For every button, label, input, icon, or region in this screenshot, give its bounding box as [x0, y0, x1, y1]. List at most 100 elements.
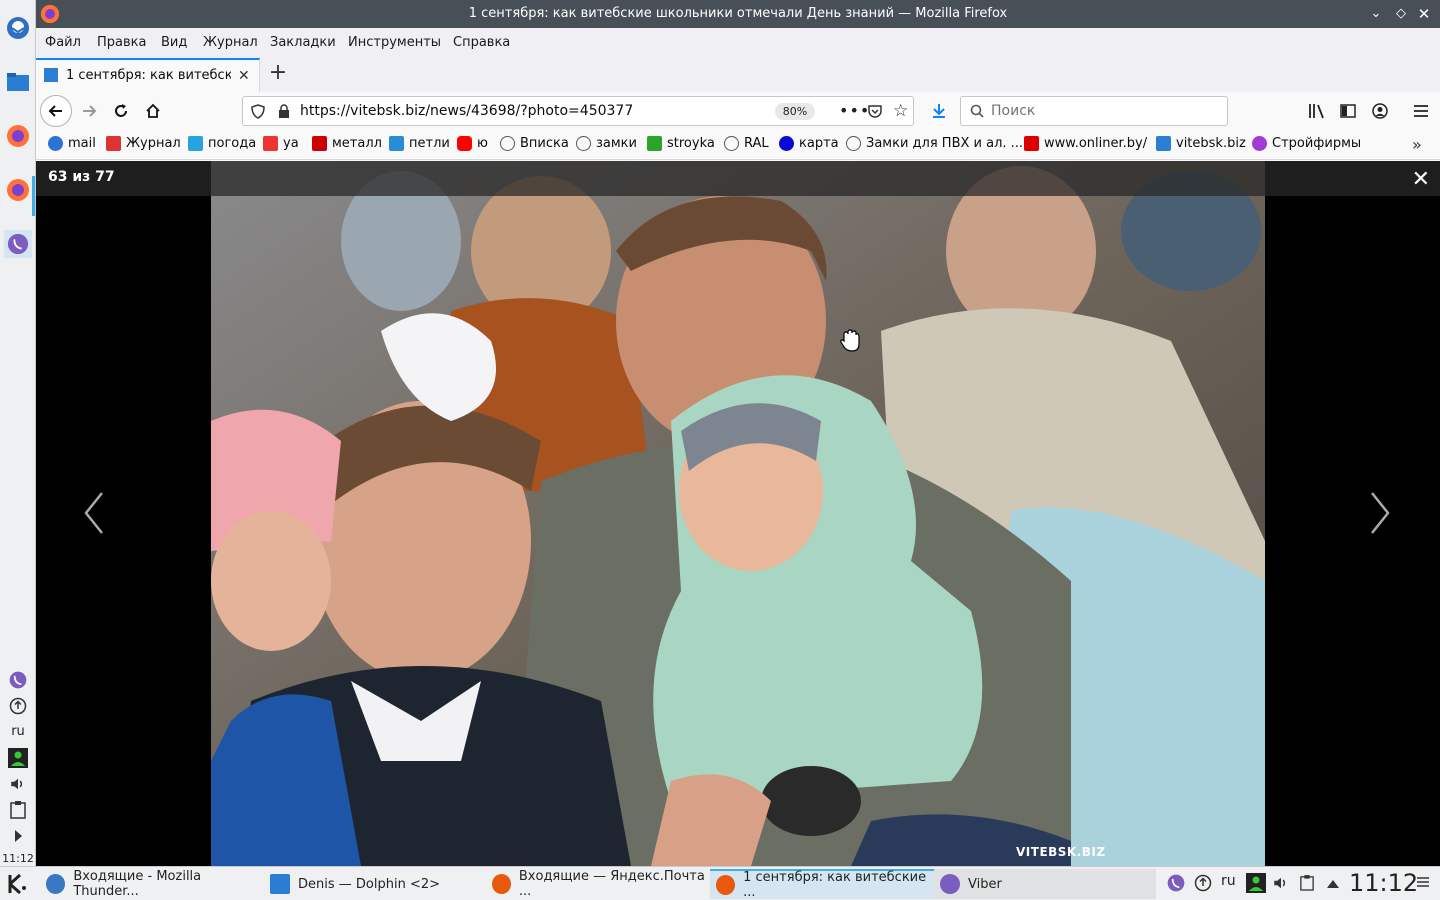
reload-button[interactable]: [106, 96, 136, 126]
update-tray-icon[interactable]: [4, 692, 32, 720]
bookmark-ya[interactable]: уа: [263, 136, 299, 151]
volume-tray-icon[interactable]: [1272, 874, 1290, 896]
zoom-indicator[interactable]: 80%: [775, 103, 815, 120]
prev-photo-icon[interactable]: [82, 491, 106, 539]
menu-tools[interactable]: Инструменты: [348, 35, 441, 50]
menu-file[interactable]: Файл: [45, 35, 81, 50]
bookmark-stroyka[interactable]: stroyka: [647, 136, 715, 151]
onliner-favicon-icon: [1024, 136, 1039, 151]
url-bar[interactable]: https://vitebsk.biz/news/43698/?photo=45…: [242, 96, 914, 126]
pocket-icon[interactable]: [867, 103, 883, 123]
bookmark-metal[interactable]: металл: [312, 136, 382, 151]
tracking-shield-icon[interactable]: [251, 104, 265, 123]
task-viber[interactable]: Viber: [934, 869, 1156, 899]
menu-help[interactable]: Справка: [453, 35, 510, 50]
search-box[interactable]: Поиск: [960, 96, 1228, 126]
maximize-icon[interactable]: ◇: [1391, 4, 1411, 24]
firefox-launcher-icon[interactable]: [4, 122, 32, 150]
hamburger-menu-icon[interactable]: [1406, 96, 1436, 126]
task-firefox-active[interactable]: 1 сентября: как витебские ...: [710, 869, 934, 900]
bookmark-stroyfirmy[interactable]: Стройфирмы: [1252, 136, 1361, 151]
photo-counter: 63 из 77: [48, 169, 115, 185]
task-dolphin[interactable]: Denis — Dolphin <2>: [264, 869, 488, 899]
next-photo-icon[interactable]: [1368, 491, 1392, 539]
keyboard-layout-tray[interactable]: ru: [1221, 873, 1236, 889]
vitebsk-favicon-icon: [1156, 136, 1171, 151]
bookmarks-overflow-icon[interactable]: »: [1412, 135, 1422, 154]
downloads-button[interactable]: [924, 96, 954, 126]
task-label: Denis — Dolphin <2>: [298, 876, 441, 892]
bookmark-label: замки: [596, 136, 637, 151]
lock-icon[interactable]: [278, 104, 290, 123]
active-indicator: [32, 176, 35, 216]
photo-watermark: VITEBSK.BIZ: [1016, 845, 1106, 859]
tray-expand-icon[interactable]: [1327, 877, 1339, 892]
clipboard-tray-icon[interactable]: [1300, 874, 1314, 896]
bookmarks-toolbar: mail Журнал погода уа металл петли ю Впи…: [36, 130, 1440, 160]
bookmark-map[interactable]: карта: [779, 136, 839, 151]
bookmark-star-icon[interactable]: ☆: [893, 101, 908, 121]
bookmark-mail[interactable]: mail: [48, 136, 96, 151]
expand-tray-icon[interactable]: [4, 822, 32, 850]
bookmark-youtube[interactable]: ю: [457, 136, 488, 151]
bookmark-onliner[interactable]: www.onliner.by/: [1024, 136, 1147, 151]
kde-menu-icon[interactable]: [6, 872, 30, 900]
title-bar: 1 сентября: как витебские школьники отме…: [36, 0, 1440, 28]
menu-bookmarks[interactable]: Закладки: [270, 35, 336, 50]
library-icon[interactable]: [1302, 96, 1332, 126]
bookmark-vpiska[interactable]: Вписка: [500, 136, 569, 151]
update-tray-icon[interactable]: [1194, 874, 1212, 896]
bookmark-weather[interactable]: погода: [188, 136, 256, 151]
bookmark-label: петли: [409, 136, 450, 151]
task-yandex-mail[interactable]: Входящие — Яндекс.Почта ...: [486, 869, 710, 899]
menu-view[interactable]: Вид: [161, 35, 187, 50]
panel-menu-icon[interactable]: [1416, 875, 1430, 893]
bookmark-label: Замки для ПВХ и ал. ...: [866, 136, 1024, 151]
viber-tray-icon[interactable]: [4, 666, 32, 694]
back-button[interactable]: [40, 95, 72, 127]
firefox-icon: [716, 875, 736, 895]
close-lightbox-icon[interactable]: ✕: [1412, 167, 1430, 192]
clipboard-icon[interactable]: [4, 796, 32, 824]
forward-button[interactable]: [74, 96, 104, 126]
keyboard-layout-label[interactable]: ru: [0, 724, 36, 739]
menu-history[interactable]: Журнал: [203, 35, 258, 50]
tab-active[interactable]: 1 сентября: как витебские школьники отме…: [36, 58, 260, 92]
bookmark-journal[interactable]: Журнал: [106, 136, 181, 151]
bookmark-label: mail: [68, 136, 96, 151]
volume-icon[interactable]: [4, 770, 32, 798]
viber-tray-icon[interactable]: [1166, 873, 1186, 897]
gallery-photo[interactable]: [211, 161, 1265, 866]
firefox-icon: [492, 874, 511, 894]
viber-launcher-icon[interactable]: [4, 230, 32, 258]
left-panel: ru 11:12: [0, 0, 36, 866]
menu-edit[interactable]: Правка: [97, 35, 146, 50]
dolphin-launcher-icon[interactable]: [4, 68, 32, 96]
globe-icon: [846, 136, 861, 151]
thunderbird-launcher-icon[interactable]: [4, 14, 32, 42]
bookmark-label: карта: [799, 136, 839, 151]
close-tab-icon[interactable]: ✕: [238, 68, 250, 84]
task-thunderbird[interactable]: Входящие - Mozilla Thunder...: [40, 869, 264, 899]
bookmark-vitebsk[interactable]: vitebsk.biz: [1156, 136, 1246, 151]
bookmark-label: RAL: [744, 136, 769, 151]
firefox-launcher-2-icon[interactable]: [4, 176, 32, 204]
bookmark-hinges[interactable]: петли: [389, 136, 450, 151]
minimize-icon[interactable]: ⌄: [1366, 4, 1386, 24]
new-tab-icon[interactable]: +: [266, 61, 290, 85]
window-title: 1 сентября: как витебские школьники отме…: [468, 6, 1008, 21]
close-window-icon[interactable]: ✕: [1414, 4, 1434, 24]
account-icon[interactable]: [1365, 96, 1395, 126]
url-text[interactable]: https://vitebsk.biz/news/43698/?photo=45…: [300, 103, 633, 119]
taskbar-clock[interactable]: 11:12: [1349, 869, 1418, 897]
home-button[interactable]: [138, 96, 168, 126]
bookmark-ral[interactable]: RAL: [724, 136, 769, 151]
sidebar-icon[interactable]: [1333, 96, 1363, 126]
user-tray-icon[interactable]: [1246, 873, 1266, 897]
task-label: 1 сентября: как витебские ...: [743, 870, 927, 900]
bookmark-label: Вписка: [520, 136, 569, 151]
page-actions-icon[interactable]: •••: [839, 101, 870, 120]
user-tray-icon[interactable]: [4, 744, 32, 772]
bookmark-pvc-locks[interactable]: Замки для ПВХ и ал. ...: [846, 136, 1023, 151]
bookmark-locks[interactable]: замки: [576, 136, 637, 151]
